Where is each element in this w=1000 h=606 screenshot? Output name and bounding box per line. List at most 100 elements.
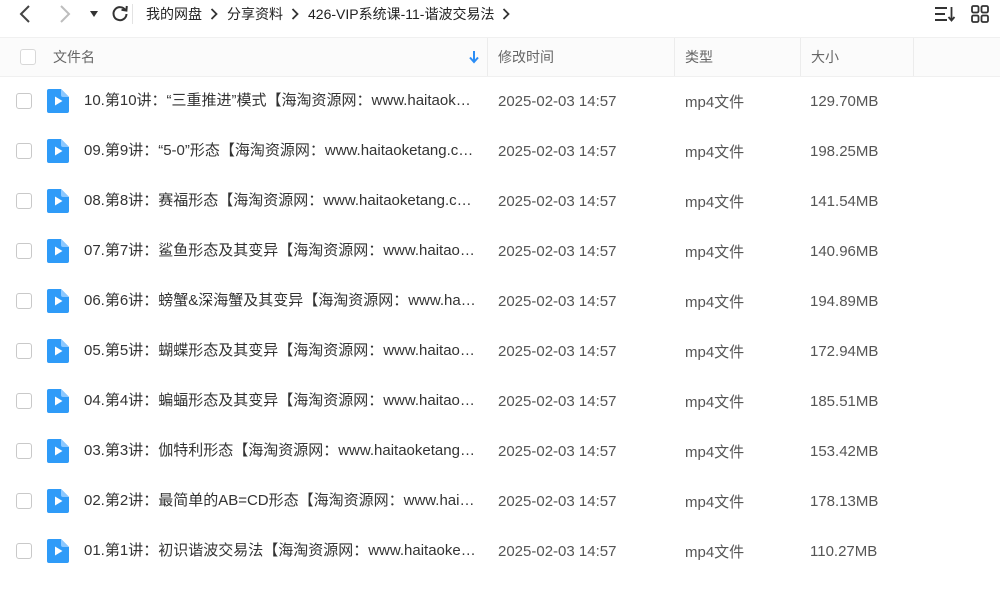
file-name-cell[interactable]: 02.第2讲：最简单的AB=CD形态【海淘资源网：www.haitaoketan… [84,476,476,526]
video-file-icon-cell [47,526,69,576]
row-checkbox[interactable] [16,543,32,559]
file-name-cell[interactable]: 10.第10讲：“三重推进”模式【海淘资源网：www.haitaoketang.… [84,76,476,126]
file-modified: 2025-02-03 14:57 [498,142,617,160]
file-row[interactable]: 06.第6讲：螃蟹&深海蟹及其变异【海淘资源网：www.haitaoketang… [0,276,1000,326]
row-checkbox[interactable] [16,493,32,509]
file-name[interactable]: 09.第9讲：“5-0”形态【海淘资源网：www.haitaoketang.co… [84,126,476,176]
caret-down-icon [90,11,98,17]
video-file-icon-cell [47,376,69,426]
file-row[interactable]: 03.第3讲：伽特利形态【海淘资源网：www.haitaoketang.com】… [0,426,1000,476]
video-file-icon-cell [47,276,69,326]
row-checkbox[interactable] [16,193,32,209]
column-header-name-label: 文件名 [53,49,95,65]
file-name-cell[interactable]: 06.第6讲：螃蟹&深海蟹及其变异【海淘资源网：www.haitaoketang… [84,276,476,326]
row-checkbox-cell [16,376,32,426]
top-bar: 我的网盘 分享资料 426-VIP系统课-11-谐波交易法 [0,0,1000,28]
file-type: mp4文件 [685,543,745,561]
file-row[interactable]: 10.第10讲：“三重推进”模式【海淘资源网：www.haitaoketang.… [0,76,1000,126]
column-divider[interactable] [674,38,675,76]
chevron-right-icon[interactable] [502,8,511,20]
file-type: mp4文件 [685,293,745,311]
column-header-modified-label: 修改时间 [498,49,554,65]
column-divider[interactable] [800,38,801,76]
column-header-size[interactable]: 大小 [811,38,839,76]
file-name-cell[interactable]: 01.第1讲：初识谐波交易法【海淘资源网：www.haitaoketang.co… [84,526,476,576]
file-type: mp4文件 [685,143,745,161]
file-size: 194.89MB [810,292,879,310]
file-size: 141.54MB [810,192,879,210]
column-header-modified[interactable]: 修改时间 [498,38,554,76]
sort-arrow-button[interactable] [468,38,480,76]
row-checkbox[interactable] [16,143,32,159]
file-name-cell[interactable]: 04.第4讲：蝙蝠形态及其变异【海淘资源网：www.haitaoketang.c… [84,376,476,426]
breadcrumb-item-current-folder[interactable]: 426-VIP系统课-11-谐波交易法 [308,4,494,24]
file-name[interactable]: 05.第5讲：蝴蝶形态及其变异【海淘资源网：www.haitaoketang.c… [84,326,476,376]
grid-view-icon [971,5,989,23]
file-name-cell[interactable]: 03.第3讲：伽特利形态【海淘资源网：www.haitaoketang.com】… [84,426,476,476]
row-checkbox[interactable] [16,443,32,459]
row-checkbox[interactable] [16,393,32,409]
video-file-icon [47,439,69,463]
breadcrumb-item-shared[interactable]: 分享资料 [227,4,283,24]
file-row[interactable]: 07.第7讲：鲨鱼形态及其变异【海淘资源网：www.haitaoketang.c… [0,226,1000,276]
file-name-cell[interactable]: 08.第8讲：赛福形态【海淘资源网：www.haitaoketang.com】.… [84,176,476,226]
column-header-type[interactable]: 类型 [685,38,713,76]
video-file-icon [47,489,69,513]
video-file-icon [47,389,69,413]
row-checkbox[interactable] [16,293,32,309]
file-name[interactable]: 08.第8讲：赛福形态【海淘资源网：www.haitaoketang.com】.… [84,176,476,226]
row-checkbox[interactable] [16,343,32,359]
file-type: mp4文件 [685,443,745,461]
video-file-icon [47,539,69,563]
column-divider[interactable] [487,38,488,76]
file-type: mp4文件 [685,93,745,111]
file-modified: 2025-02-03 14:57 [498,292,617,310]
column-header-name[interactable]: 文件名 [53,38,95,76]
file-type: mp4文件 [685,393,745,411]
file-name-cell[interactable]: 07.第7讲：鲨鱼形态及其变异【海淘资源网：www.haitaoketang.c… [84,226,476,276]
row-checkbox[interactable] [16,93,32,109]
video-file-icon-cell [47,176,69,226]
file-modified: 2025-02-03 14:57 [498,92,617,110]
file-size: 140.96MB [810,242,879,260]
file-name[interactable]: 04.第4讲：蝙蝠形态及其变异【海淘资源网：www.haitaoketang.c… [84,376,476,426]
file-row[interactable]: 05.第5讲：蝴蝶形态及其变异【海淘资源网：www.haitaoketang.c… [0,326,1000,376]
file-name[interactable]: 01.第1讲：初识谐波交易法【海淘资源网：www.haitaoketang.co… [84,526,476,576]
chevron-right-icon [60,5,71,23]
refresh-button[interactable] [109,3,131,25]
file-list-header: 文件名 修改时间 类型 大小 [0,37,1000,77]
file-name[interactable]: 07.第7讲：鲨鱼形态及其变异【海淘资源网：www.haitaoketang.c… [84,226,476,276]
file-row[interactable]: 02.第2讲：最简单的AB=CD形态【海淘资源网：www.haitaoketan… [0,476,1000,526]
file-name[interactable]: 02.第2讲：最简单的AB=CD形态【海淘资源网：www.haitaoketan… [84,476,476,526]
column-divider[interactable] [913,38,914,76]
row-checkbox-cell [16,126,32,176]
file-row[interactable]: 04.第4讲：蝙蝠形态及其变异【海淘资源网：www.haitaoketang.c… [0,376,1000,426]
file-type: mp4文件 [685,493,745,511]
file-modified: 2025-02-03 14:57 [498,492,617,510]
file-name[interactable]: 06.第6讲：螃蟹&深海蟹及其变异【海淘资源网：www.haitaoketang… [84,276,476,326]
view-mode-button[interactable] [970,4,990,29]
refresh-icon [112,5,128,22]
sort-down-arrow-icon [469,51,479,64]
file-row[interactable]: 09.第9讲：“5-0”形态【海淘资源网：www.haitaoketang.co… [0,126,1000,176]
file-row[interactable]: 08.第8讲：赛福形态【海淘资源网：www.haitaoketang.com】.… [0,176,1000,226]
forward-button[interactable] [54,3,76,25]
column-header-size-label: 大小 [811,49,839,65]
history-dropdown-button[interactable] [83,3,105,25]
file-name-cell[interactable]: 05.第5讲：蝴蝶形态及其变异【海淘资源网：www.haitaoketang.c… [84,326,476,376]
file-size: 153.42MB [810,442,879,460]
select-all-checkbox[interactable] [20,49,36,65]
file-type: mp4文件 [685,243,745,261]
video-file-icon-cell [47,226,69,276]
row-checkbox-cell [16,426,32,476]
video-file-icon [47,339,69,363]
file-row[interactable]: 01.第1讲：初识谐波交易法【海淘资源网：www.haitaoketang.co… [0,526,1000,576]
back-button[interactable] [14,3,36,25]
row-checkbox[interactable] [16,243,32,259]
file-name-cell[interactable]: 09.第9讲：“5-0”形态【海淘资源网：www.haitaoketang.co… [84,126,476,176]
file-name[interactable]: 10.第10讲：“三重推进”模式【海淘资源网：www.haitaoketang.… [84,76,476,126]
file-name[interactable]: 03.第3讲：伽特利形态【海淘资源网：www.haitaoketang.com】… [84,426,476,476]
breadcrumb-item-my-drive[interactable]: 我的网盘 [146,4,202,24]
row-checkbox-cell [16,526,32,576]
sort-button[interactable] [934,4,956,29]
